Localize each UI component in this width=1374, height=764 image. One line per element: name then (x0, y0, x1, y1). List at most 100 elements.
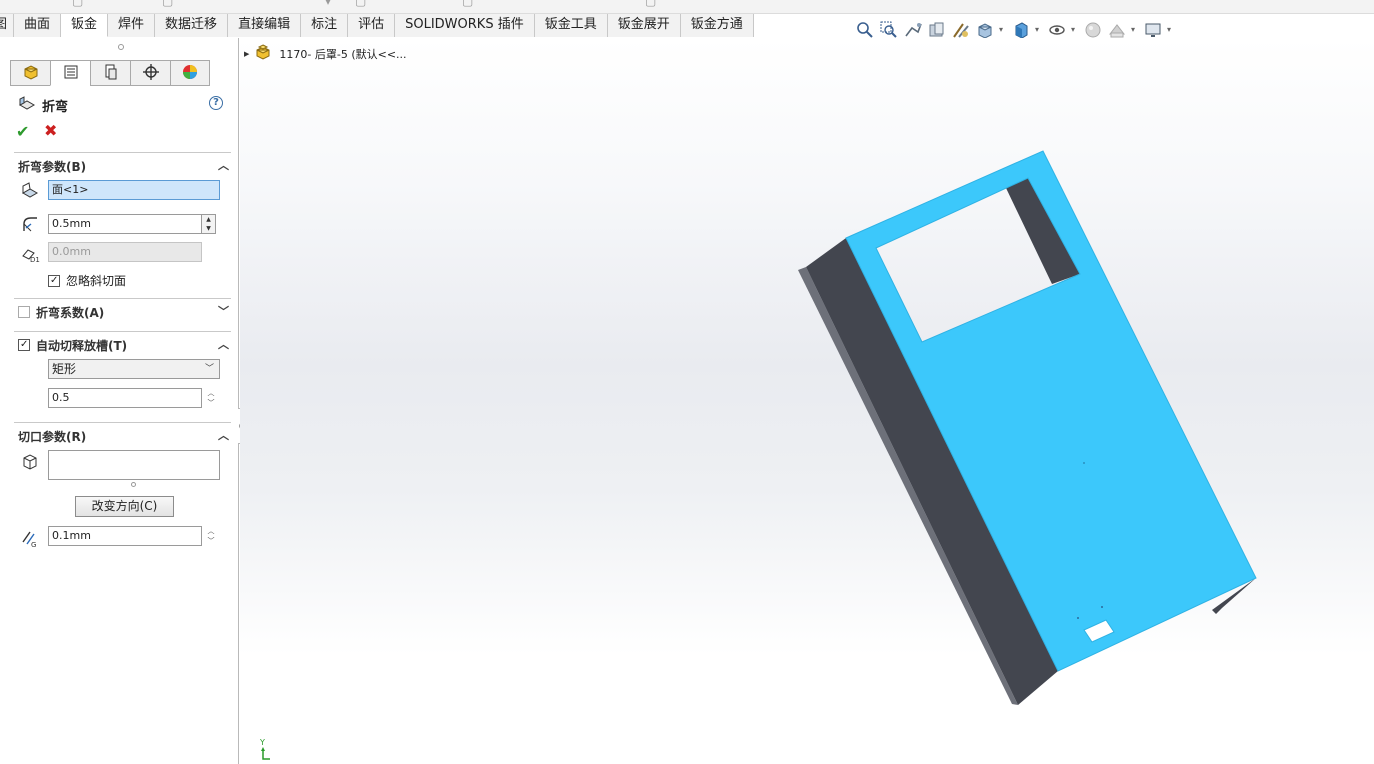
ribbon-ghost-icon-1: ▢ (72, 0, 84, 8)
bend-radius-input[interactable]: 0.5mm (48, 214, 202, 234)
section-bend-parameters-header[interactable]: 折弯参数(B) ︿ (14, 153, 231, 179)
ribbon-commands-strip: ▢ ▢ ▾ ▢ ▢ ▢ (0, 0, 1374, 14)
appearance-icon (181, 63, 199, 84)
sketch-point (1101, 606, 1103, 608)
ribbon-ghost-icon-2: ▢ (162, 0, 174, 8)
feature-tree-icon (22, 63, 40, 84)
tab-data-migration[interactable]: 数据迁移 (155, 14, 229, 37)
relief-ratio-input[interactable]: 0.5 (48, 388, 202, 408)
relief-type-select[interactable]: 矩形 ﹀ (48, 359, 220, 379)
configuration-icon (102, 63, 120, 84)
help-icon[interactable]: ? (209, 96, 223, 110)
reference-triad: Y (260, 738, 272, 761)
face-selection-icon (20, 180, 40, 200)
feature-tree-tab[interactable] (10, 60, 50, 86)
bend-radius-spinner[interactable]: ▲ ▼ (202, 214, 216, 234)
display-manager-tab[interactable] (170, 60, 210, 86)
rip-edges-selection-box[interactable] (48, 450, 220, 480)
tab-sheet-metal-unfold[interactable]: 钣金展开 (607, 14, 681, 37)
view-settings-icon[interactable] (1143, 20, 1163, 40)
solidworks-window: ▢ ▢ ▾ ▢ ▢ ▢ 图 曲面 钣金 焊件 数据迁移 直接编辑 标注 评估 S… (0, 0, 1374, 764)
previous-view-icon[interactable] (903, 20, 923, 40)
tab-weldments[interactable]: 焊件 (108, 14, 156, 37)
expand-chevron-icon[interactable]: ﹀ (218, 303, 229, 319)
configuration-manager-tab[interactable] (90, 60, 130, 86)
display-style-dropdown[interactable]: ▾ (1035, 20, 1043, 40)
property-manager-icon (62, 63, 80, 84)
tab-sheet-metal-tube[interactable]: 钣金方通 (680, 14, 754, 37)
view-orientation-icon[interactable] (975, 20, 995, 40)
section-rip-parameters-label: 切口参数(R) (18, 429, 87, 444)
feature-title: 折弯 (18, 94, 68, 116)
offset-distance-icon: D1 (20, 244, 40, 264)
dimxpert-manager-tab[interactable] (130, 60, 170, 86)
section-view-icon[interactable] (927, 20, 947, 40)
collapse-chevron-icon[interactable]: ︿ (218, 157, 229, 173)
bend-allowance-checkbox[interactable] (18, 306, 30, 318)
sheet-metal-part-model[interactable] (240, 38, 1374, 764)
graphics-area[interactable]: ▶ 1170- 后罩-5 (默认<<... Y (240, 38, 1374, 764)
triad-arrow-icon (261, 747, 270, 760)
ignore-bevel-checkbox[interactable] (48, 274, 60, 287)
view-settings-dropdown[interactable]: ▾ (1167, 20, 1175, 40)
tab-direct-editing[interactable]: 直接编辑 (228, 14, 302, 37)
offset-distance-input: 0.0mm (48, 242, 202, 262)
tab-markup[interactable]: 标注 (301, 14, 349, 37)
cancel-x-icon[interactable]: ✖ (44, 121, 57, 140)
ribbon-ghost-icon-3: ▾ (325, 0, 332, 8)
svg-text:D1: D1 (30, 256, 40, 264)
section-bend-allowance-header[interactable]: 折弯系数(A) ﹀ (14, 299, 231, 325)
panel-grip[interactable] (118, 44, 124, 50)
rip-gap-spinner[interactable]: ︿ ﹀ (205, 526, 217, 548)
property-manager-tab[interactable] (50, 60, 90, 86)
ribbon-ghost-icon-5: ▢ (462, 0, 474, 8)
collapse-chevron-icon[interactable]: ︿ (218, 336, 229, 352)
ignore-bevel-option[interactable]: 忽略斜切面 (48, 272, 126, 289)
apply-scene-dropdown[interactable]: ▾ (1131, 20, 1139, 40)
feature-manager-tabs (10, 60, 210, 86)
bend-radius-icon (20, 214, 40, 234)
auto-relief-checkbox[interactable] (18, 339, 30, 351)
tab-addins[interactable]: SOLIDWORKS 插件 (395, 14, 535, 37)
feature-title-text: 折弯 (42, 99, 69, 115)
rip-gap-input[interactable]: 0.1mm (48, 526, 202, 546)
face-selection-box[interactable]: 面<1> (48, 180, 220, 200)
sketch-point (1083, 462, 1085, 464)
ribbon-ghost-icon-6: ▢ (645, 0, 657, 8)
change-direction-button[interactable]: 改变方向(C) (75, 496, 174, 517)
zoom-to-fit-icon[interactable] (855, 20, 875, 40)
tab-surface[interactable]: 曲面 (14, 14, 62, 37)
tab-0[interactable]: 图 (0, 14, 14, 37)
relief-ratio-spinner[interactable]: ︿ ﹀ (205, 388, 217, 410)
ribbon-ghost-icon-4: ▢ (355, 0, 367, 8)
edit-appearance-icon[interactable] (1083, 20, 1103, 40)
tab-sheet-metal[interactable]: 钣金 (61, 14, 109, 37)
tab-evaluate[interactable]: 评估 (348, 14, 396, 37)
dynamic-annotation-icon[interactable] (951, 20, 971, 40)
chevron-down-icon: ﹀ (204, 364, 214, 374)
hide-show-dropdown[interactable]: ▾ (1071, 20, 1079, 40)
section-bend-allowance: 折弯系数(A) ﹀ (14, 298, 231, 330)
apply-scene-icon[interactable] (1107, 20, 1127, 40)
hide-show-items-icon[interactable] (1047, 20, 1067, 40)
sketched-bend-icon (18, 94, 36, 116)
command-manager-tabs: 图 曲面 钣金 焊件 数据迁移 直接编辑 标注 评估 SOLIDWORKS 插件… (0, 14, 754, 37)
section-bend-parameters-label: 折弯参数(B) (18, 159, 87, 174)
selection-box-resize-grip[interactable] (131, 482, 136, 487)
rip-gap-icon: G (20, 528, 40, 549)
view-orientation-dropdown[interactable]: ▾ (999, 20, 1007, 40)
section-bend-allowance-label: 折弯系数(A) (36, 305, 105, 320)
collapse-chevron-icon[interactable]: ︿ (218, 427, 229, 443)
edge-selection-icon (20, 452, 40, 472)
zoom-to-area-icon[interactable] (879, 20, 899, 40)
display-style-icon[interactable] (1011, 20, 1031, 40)
dimxpert-icon (142, 63, 160, 84)
section-auto-relief-label: 自动切释放槽(T) (36, 338, 128, 353)
ignore-bevel-label: 忽略斜切面 (66, 274, 127, 288)
section-auto-relief-header[interactable]: 自动切释放槽(T) ︿ (14, 332, 231, 358)
property-manager-panel: 折弯 ? ✔ ✖ 折弯参数(B) ︿ 面<1> 0.5mm ▲ ▼ D1 0.0m… (0, 38, 239, 764)
section-rip-parameters-header[interactable]: 切口参数(R) ︿ (14, 423, 231, 449)
relief-type-value: 矩形 (52, 362, 77, 376)
ok-check-icon[interactable]: ✔ (16, 122, 29, 141)
tab-sheet-metal-tools[interactable]: 钣金工具 (534, 14, 608, 37)
